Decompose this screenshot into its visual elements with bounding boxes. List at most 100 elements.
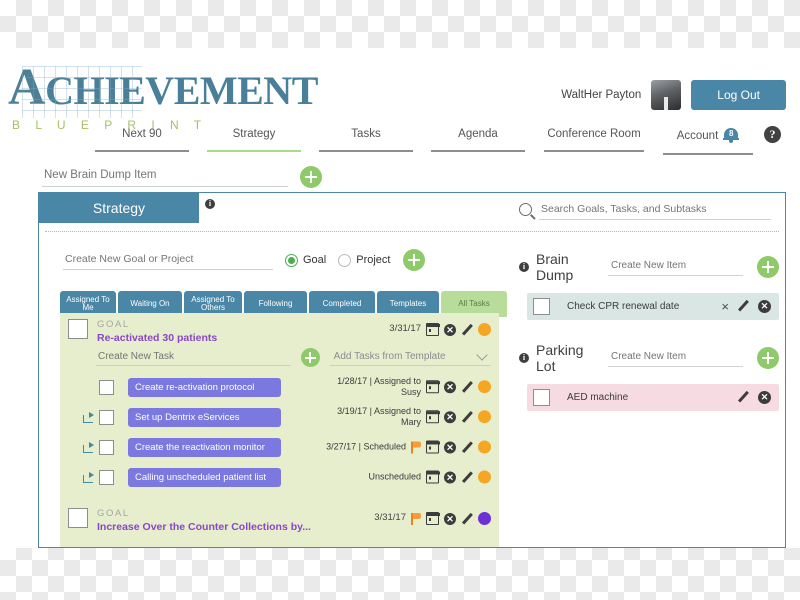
status-dot-icon[interactable] <box>478 470 491 484</box>
radio-goal[interactable]: Goal <box>285 253 327 267</box>
task-title[interactable]: Set up Dentrix eServices <box>128 407 281 427</box>
logout-button[interactable]: Log Out <box>691 80 786 110</box>
delete-circle-icon[interactable]: ✕ <box>758 391 771 404</box>
goal-list: GOAL Re-activated 30 patients 3/31/17 ✕ <box>60 313 499 547</box>
task-checkbox[interactable] <box>99 439 114 455</box>
goal-date: 3/31/17 <box>374 512 406 524</box>
search-input[interactable] <box>539 203 771 220</box>
reopen-arrow-icon[interactable] <box>83 471 96 483</box>
goal-checkbox[interactable] <box>68 508 88 528</box>
pencil-icon[interactable] <box>461 471 473 483</box>
info-icon[interactable]: i <box>519 353 529 363</box>
brain-dump-item[interactable]: Check CPR renewal date × ✕ <box>527 293 779 320</box>
calendar-icon[interactable] <box>425 470 440 484</box>
status-dot-icon[interactable] <box>478 512 491 525</box>
add-brain-dump-item-button[interactable] <box>757 256 779 278</box>
task-title[interactable]: Create re-activation protocol <box>128 377 281 397</box>
add-task-button[interactable] <box>300 348 320 367</box>
nav-item-tasks[interactable]: Tasks <box>310 128 422 152</box>
parking-lot-item[interactable]: AED machine ✕ <box>527 384 779 411</box>
nav-item-agenda[interactable]: Agenda <box>422 128 534 152</box>
item-checkbox[interactable] <box>533 298 550 315</box>
pencil-icon[interactable] <box>461 513 473 525</box>
nav-item-account[interactable]: Account 8 <box>654 128 762 155</box>
pencil-icon[interactable] <box>461 411 473 423</box>
radio-project[interactable]: Project <box>338 253 391 267</box>
status-dot-icon[interactable] <box>478 323 491 336</box>
task-meta: 1/28/17 | Assigned to Susy <box>337 376 421 397</box>
nav-item-strategy[interactable]: Strategy <box>198 128 310 152</box>
pencil-icon[interactable] <box>461 381 473 393</box>
task-meta: 3/27/17 | Scheduled <box>326 441 406 452</box>
task-row[interactable]: Create re-activation protocol 1/28/17 | … <box>60 372 499 402</box>
calendar-icon[interactable] <box>425 410 440 424</box>
status-dot-icon[interactable] <box>478 440 491 454</box>
panel-tab-strategy[interactable]: Strategy <box>39 192 199 223</box>
task-row[interactable]: Calling unscheduled patient list Unsched… <box>60 462 499 492</box>
delete-circle-icon[interactable]: ✕ <box>444 411 456 423</box>
nav-underline <box>543 150 645 152</box>
flag-icon[interactable] <box>411 441 421 453</box>
new-task-row: Add Tasks from Template <box>60 348 499 372</box>
user-area: WaltHer Payton Log Out <box>561 80 786 110</box>
bell-icon[interactable]: 8 <box>723 128 740 143</box>
task-checkbox[interactable] <box>99 409 114 425</box>
pencil-icon[interactable] <box>461 441 473 453</box>
notification-count: 8 <box>729 129 734 138</box>
goal-kind-label: GOAL <box>97 508 130 519</box>
status-dot-icon[interactable] <box>478 410 491 424</box>
task-checkbox[interactable] <box>99 379 114 395</box>
reopen-arrow-icon[interactable] <box>83 411 96 423</box>
new-brain-dump-row <box>42 166 322 188</box>
pencil-icon[interactable] <box>737 391 750 404</box>
avatar[interactable] <box>651 80 682 110</box>
new-brain-dump-input[interactable] <box>42 167 288 187</box>
close-icon[interactable]: × <box>721 300 729 313</box>
info-icon[interactable]: i <box>205 199 215 209</box>
task-checkbox[interactable] <box>99 469 114 485</box>
delete-circle-icon[interactable]: ✕ <box>444 323 456 336</box>
goal-row[interactable]: GOAL Re-activated 30 patients 3/31/17 ✕ <box>60 313 499 348</box>
template-select-label: Add Tasks from Template <box>333 350 446 362</box>
add-brain-dump-button[interactable] <box>300 166 322 188</box>
item-checkbox[interactable] <box>533 389 550 406</box>
nav-item-next-90[interactable]: Next 90 <box>86 128 198 152</box>
calendar-icon[interactable] <box>425 512 440 525</box>
radio-project-circle[interactable] <box>338 253 352 267</box>
goal-row[interactable]: GOAL Increase Over the Counter Collectio… <box>60 502 499 537</box>
brand-name: ACHIEVEMENT <box>8 62 318 114</box>
calendar-icon[interactable] <box>425 323 440 336</box>
delete-circle-icon[interactable]: ✕ <box>444 441 456 453</box>
task-title[interactable]: Create the reactivation monitor <box>128 437 281 457</box>
task-row[interactable]: Set up Dentrix eServices 3/19/17 | Assig… <box>60 402 499 432</box>
radio-goal-circle[interactable] <box>285 253 298 267</box>
goal-checkbox[interactable] <box>68 319 88 339</box>
reopen-arrow-icon[interactable] <box>83 441 96 453</box>
status-dot-icon[interactable] <box>478 380 491 394</box>
pencil-icon[interactable] <box>461 324 473 336</box>
new-task-input[interactable] <box>96 349 291 366</box>
calendar-icon[interactable] <box>425 380 440 394</box>
task-row[interactable]: Create the reactivation monitor 3/27/17 … <box>60 432 499 462</box>
task-title[interactable]: Calling unscheduled patient list <box>128 467 281 487</box>
nav-item-conference-room[interactable]: Conference Room <box>534 128 654 152</box>
brain-dump-new-item-input[interactable] <box>608 258 743 276</box>
radio-goal-label: Goal <box>303 254 327 266</box>
flag-icon[interactable] <box>411 512 421 525</box>
delete-circle-icon[interactable]: ✕ <box>444 471 456 483</box>
template-select[interactable]: Add Tasks from Template <box>329 348 491 366</box>
add-parking-lot-item-button[interactable] <box>757 347 779 369</box>
delete-circle-icon[interactable]: ✕ <box>444 512 456 525</box>
parking-lot-new-item-input[interactable] <box>608 349 743 367</box>
radio-project-label: Project <box>356 254 391 266</box>
question-mark-icon[interactable]: ? <box>764 126 781 143</box>
delete-circle-icon[interactable]: ✕ <box>444 381 456 393</box>
info-icon[interactable]: i <box>519 262 529 272</box>
pencil-icon[interactable] <box>737 300 750 313</box>
calendar-icon[interactable] <box>425 440 440 454</box>
panel-divider <box>45 231 779 232</box>
delete-circle-icon[interactable]: ✕ <box>758 300 771 313</box>
parking-lot-header: i Parking Lot <box>519 342 779 374</box>
add-goal-button[interactable] <box>402 249 425 271</box>
new-goal-input[interactable] <box>63 250 273 270</box>
